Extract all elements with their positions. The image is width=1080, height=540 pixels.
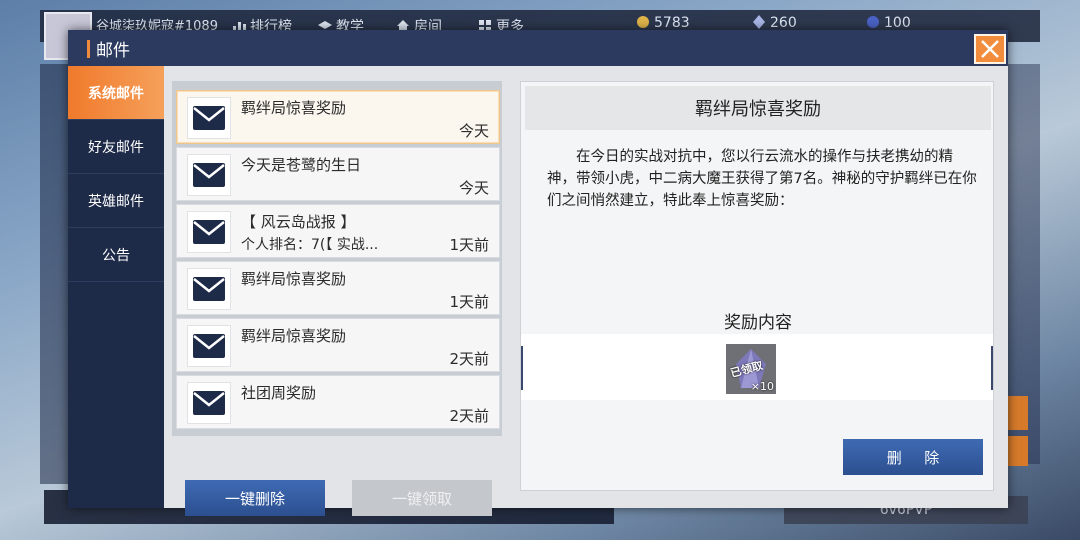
mail-title: 羁绊局惊喜奖励: [241, 270, 347, 288]
mail-list[interactable]: 羁绊局惊喜奖励 今天 今天是苍鹭的生日 今天 【 风云岛战报 】 个人排名：7(…: [172, 81, 502, 436]
envelope-icon: [187, 211, 231, 253]
mail-time: 今天: [458, 179, 489, 197]
list-item[interactable]: 今天是苍鹭的生日 今天: [176, 147, 500, 201]
envelope-icon: [187, 97, 231, 139]
mail-time: 2天前: [449, 350, 489, 368]
detail-body: 在今日的实战对抗中，您以行云流水的操作与扶老携幼的精神，带领小虎，中二病大魔王获…: [547, 149, 977, 209]
mail-time: 1天前: [449, 236, 489, 254]
mail-time: 2天前: [449, 407, 489, 425]
list-item[interactable]: 羁绊局惊喜奖励 1天前: [176, 261, 500, 315]
strip-edge: [991, 346, 993, 390]
ticket-icon: [866, 15, 880, 29]
list-item[interactable]: 羁绊局惊喜奖励 今天: [176, 90, 500, 144]
mail-time: 今天: [458, 122, 489, 140]
list-item[interactable]: 社团周奖励 2天前: [176, 375, 500, 429]
list-item[interactable]: 羁绊局惊喜奖励 2天前: [176, 318, 500, 372]
mail-detail: 羁绊局惊喜奖励 在今日的实战对抗中，您以行云流水的操作与扶老携幼的精神，带领小虎…: [520, 81, 994, 491]
envelope-icon: [187, 268, 231, 310]
close-button[interactable]: [974, 34, 1006, 64]
claim-all-button: 一键领取: [352, 480, 492, 516]
mail-subtitle: 个人排名：7(【 实战...: [241, 237, 379, 253]
dialog-header: 邮件: [68, 30, 1008, 66]
delete-all-button[interactable]: 一键删除: [185, 480, 325, 516]
mail-dialog: 邮件 系统邮件 好友邮件 英雄邮件 公告 羁绊局惊喜奖励 今天 今天是苍鹭的生日…: [68, 30, 1008, 516]
crystal-currency: 260: [752, 15, 797, 31]
left-side-menu: [40, 64, 70, 484]
gold-currency: 5783: [636, 15, 690, 31]
mail-title: 羁绊局惊喜奖励: [241, 99, 347, 117]
tab-system-mail[interactable]: 系统邮件: [68, 66, 164, 120]
mail-time: 1天前: [449, 293, 489, 311]
mail-content-panel: 羁绊局惊喜奖励 今天 今天是苍鹭的生日 今天 【 风云岛战报 】 个人排名：7(…: [164, 66, 1008, 516]
reward-heading: 奖励内容: [724, 313, 792, 333]
mail-title: 社团周奖励: [241, 384, 317, 402]
mail-title: 羁绊局惊喜奖励: [241, 327, 347, 345]
dialog-title: 邮件: [96, 41, 130, 61]
tab-hero-mail[interactable]: 英雄邮件: [68, 174, 164, 228]
reward-strip: 已领取 ×10: [521, 334, 993, 400]
envelope-icon: [187, 382, 231, 424]
ticket-currency: 100: [866, 15, 911, 31]
envelope-icon: [187, 325, 231, 367]
reward-item[interactable]: 已领取 ×10: [726, 344, 776, 394]
delete-button[interactable]: 删除: [843, 439, 983, 475]
envelope-icon: [187, 154, 231, 196]
mail-title: 【 风云岛战报 】: [241, 213, 356, 231]
list-item[interactable]: 【 风云岛战报 】 个人排名：7(【 实战... 1天前: [176, 204, 500, 258]
tab-friend-mail[interactable]: 好友邮件: [68, 120, 164, 174]
close-icon: [981, 40, 999, 58]
mail-title: 今天是苍鹭的生日: [241, 156, 362, 174]
strip-edge: [521, 346, 523, 390]
gold-coin-icon: [636, 15, 650, 29]
crystal-icon: [752, 15, 766, 29]
mail-category-sidebar: 系统邮件 好友邮件 英雄邮件 公告: [68, 66, 164, 508]
detail-title: 羁绊局惊喜奖励: [525, 86, 991, 130]
reward-quantity: ×10: [750, 380, 774, 393]
tab-announcement[interactable]: 公告: [68, 228, 164, 282]
title-accent-bar: [87, 40, 90, 58]
